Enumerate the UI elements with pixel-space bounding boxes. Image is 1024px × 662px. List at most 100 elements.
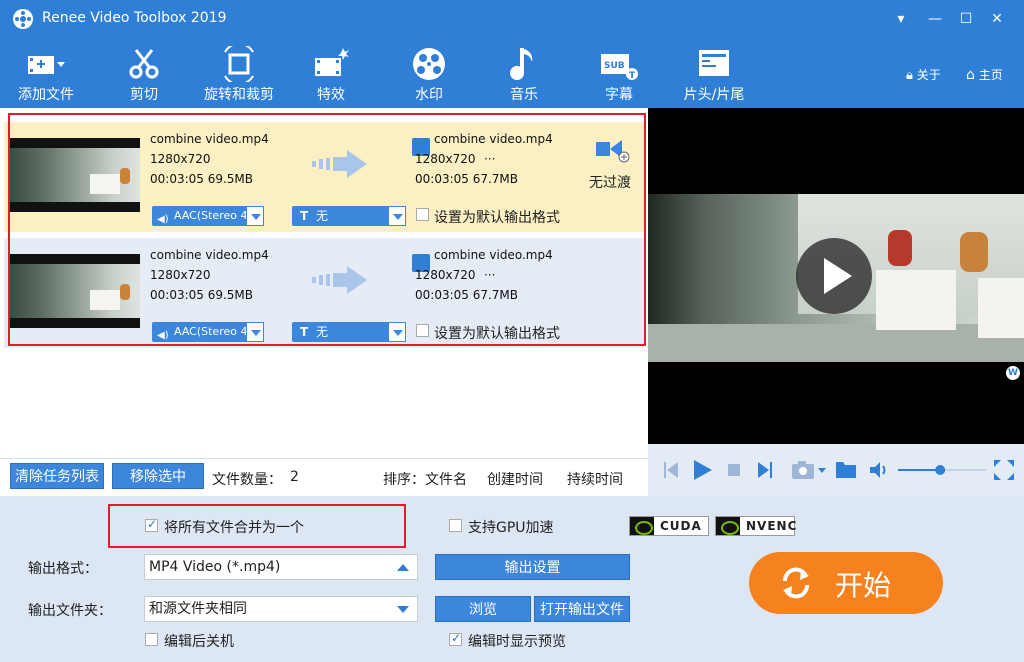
home-icon: ⌂	[966, 67, 975, 83]
task-bar: 清除任务列表 移除选中 文件数量： 2 排序：文件名 创建时间 持续时间	[0, 458, 648, 496]
skip-back-icon[interactable]	[664, 462, 678, 478]
tool-cut[interactable]: 剪切	[104, 38, 184, 108]
tool-add-file[interactable]: 添加文件	[6, 38, 86, 108]
sort-by-created[interactable]: 创建时间	[487, 469, 543, 489]
transition-label: 无过渡	[589, 175, 631, 191]
app-logo-icon	[13, 9, 33, 29]
source-resolution: 1280x720	[150, 268, 211, 282]
tool-label: 字幕	[605, 87, 633, 103]
audio-track-select[interactable]: ◀) AAC(Stereo 4	[152, 206, 264, 226]
volume-slider[interactable]	[898, 460, 986, 480]
subtitle-select[interactable]: T 无	[292, 322, 406, 342]
close-button[interactable]: ✕	[984, 6, 1010, 32]
music-icon	[510, 48, 533, 80]
default-format-checkbox[interactable]	[416, 324, 429, 337]
tool-music[interactable]: 音乐	[492, 38, 556, 108]
volume-knob	[935, 465, 946, 475]
subtitle-select[interactable]: T 无	[292, 206, 406, 226]
default-format-checkbox[interactable]	[416, 208, 429, 221]
speaker-icon: ◀)	[157, 214, 169, 225]
output-folder-value: 和源文件夹相同	[149, 601, 247, 617]
convert-arrow-icon	[312, 150, 367, 178]
tool-effects[interactable]: 特效	[296, 38, 366, 108]
svg-text:T: T	[629, 71, 636, 81]
cuda-label: CUDA	[660, 519, 702, 533]
output-folder-select[interactable]: 和源文件夹相同	[144, 596, 418, 622]
video-thumbnail	[10, 254, 140, 328]
output-settings-button[interactable]: 输出设置	[435, 554, 630, 580]
gpu-label: 支持GPU加速	[468, 520, 554, 536]
output-info: 00:03:05 67.7MB	[415, 172, 519, 186]
shutdown-checkbox[interactable]	[145, 633, 158, 646]
file-count-label: 文件数量：	[212, 472, 282, 488]
output-filename: combine video.mp4	[434, 248, 553, 262]
video-preview: W	[648, 108, 1024, 444]
subtitle-value: 无	[316, 209, 329, 223]
sort-by-duration[interactable]: 持续时间	[567, 469, 623, 489]
tool-subtitle[interactable]: SUB T 字幕	[586, 38, 652, 108]
speaker-icon: ◀)	[157, 330, 169, 341]
output-format-select[interactable]: MP4 Video (*.mp4)	[144, 554, 418, 580]
tool-rotate-crop[interactable]: 旋转和裁剪	[196, 38, 282, 108]
output-format-value: MP4 Video (*.mp4)	[149, 559, 281, 575]
stop-icon[interactable]	[728, 464, 740, 476]
cuda-badge: CUDA	[629, 516, 709, 536]
output-settings-dots[interactable]: ···	[484, 152, 495, 166]
preview-checkbox[interactable]	[449, 631, 462, 646]
play-overlay-button[interactable]	[796, 238, 872, 314]
gpu-checkbox[interactable]	[449, 519, 462, 532]
skip-forward-icon[interactable]	[758, 462, 772, 478]
video-thumbnail	[10, 138, 140, 212]
start-button[interactable]: 开始	[749, 552, 943, 614]
merge-checkbox[interactable]	[145, 517, 158, 532]
menu-dropdown-button[interactable]: ▾	[888, 6, 914, 32]
source-filename: combine video.mp4	[150, 132, 269, 146]
file-row[interactable]: combine video.mp4 1280x720 00:03:05 69.5…	[4, 238, 644, 348]
audio-track-value: AAC(Stereo 4	[174, 209, 248, 222]
snapshot-icon[interactable]	[792, 460, 826, 480]
tool-label: 旋转和裁剪	[204, 87, 274, 103]
player-controls	[648, 444, 1024, 496]
tool-label: 片头/片尾	[683, 87, 745, 103]
open-output-folder-button[interactable]: 打开输出文件	[534, 596, 630, 622]
tool-intro-outro[interactable]: 片头/片尾	[676, 38, 752, 108]
watermark-icon	[413, 48, 445, 80]
main-toolbar: 添加文件 剪切 旋转和裁剪 特效 水印 音乐 SUB T 字幕 片头/片尾 🔒︎…	[0, 38, 1024, 108]
file-list: combine video.mp4 1280x720 00:03:05 69.5…	[0, 108, 648, 458]
output-filename: combine video.mp4	[434, 132, 553, 146]
text-icon: T	[300, 325, 309, 339]
output-info: 00:03:05 67.7MB	[415, 288, 519, 302]
clear-task-list-button[interactable]: 清除任务列表	[10, 463, 104, 489]
home-link[interactable]: ⌂ 主页	[966, 66, 1003, 83]
browse-button[interactable]: 浏览	[435, 596, 531, 622]
tool-watermark[interactable]: 水印	[396, 38, 462, 108]
audio-track-select[interactable]: ◀) AAC(Stereo 4	[152, 322, 264, 342]
sort-by-name[interactable]: 排序：文件名	[383, 469, 467, 489]
cut-icon	[129, 49, 159, 79]
add-file-icon	[28, 56, 65, 74]
file-row[interactable]: combine video.mp4 1280x720 00:03:05 69.5…	[4, 122, 644, 232]
output-settings-dots[interactable]: ···	[484, 268, 495, 282]
fullscreen-icon[interactable]	[994, 460, 1014, 480]
home-label: 主页	[978, 68, 1003, 82]
nvenc-badge: NVENC	[715, 516, 796, 536]
tool-label: 剪切	[130, 87, 158, 103]
intro-outro-icon	[699, 50, 729, 76]
subtitle-icon: SUB T	[601, 54, 638, 81]
minimize-button[interactable]: —	[922, 6, 948, 32]
about-label: 关于	[916, 68, 941, 82]
convert-arrow-icon	[312, 266, 367, 294]
chevron-down-icon	[246, 322, 264, 342]
source-resolution: 1280x720	[150, 152, 211, 166]
transition-icon[interactable]	[594, 136, 630, 164]
lock-icon: 🔒︎	[906, 68, 913, 83]
tool-label: 水印	[415, 87, 443, 103]
chevron-down-icon	[388, 322, 406, 342]
file-count-value: 2	[290, 469, 299, 485]
volume-icon[interactable]	[870, 462, 888, 478]
play-icon[interactable]	[694, 460, 712, 480]
folder-icon[interactable]	[836, 460, 856, 478]
maximize-button[interactable]: ☐	[953, 6, 979, 32]
remove-selected-button[interactable]: 移除选中	[112, 463, 204, 489]
about-link[interactable]: 🔒︎ 关于	[906, 66, 941, 83]
